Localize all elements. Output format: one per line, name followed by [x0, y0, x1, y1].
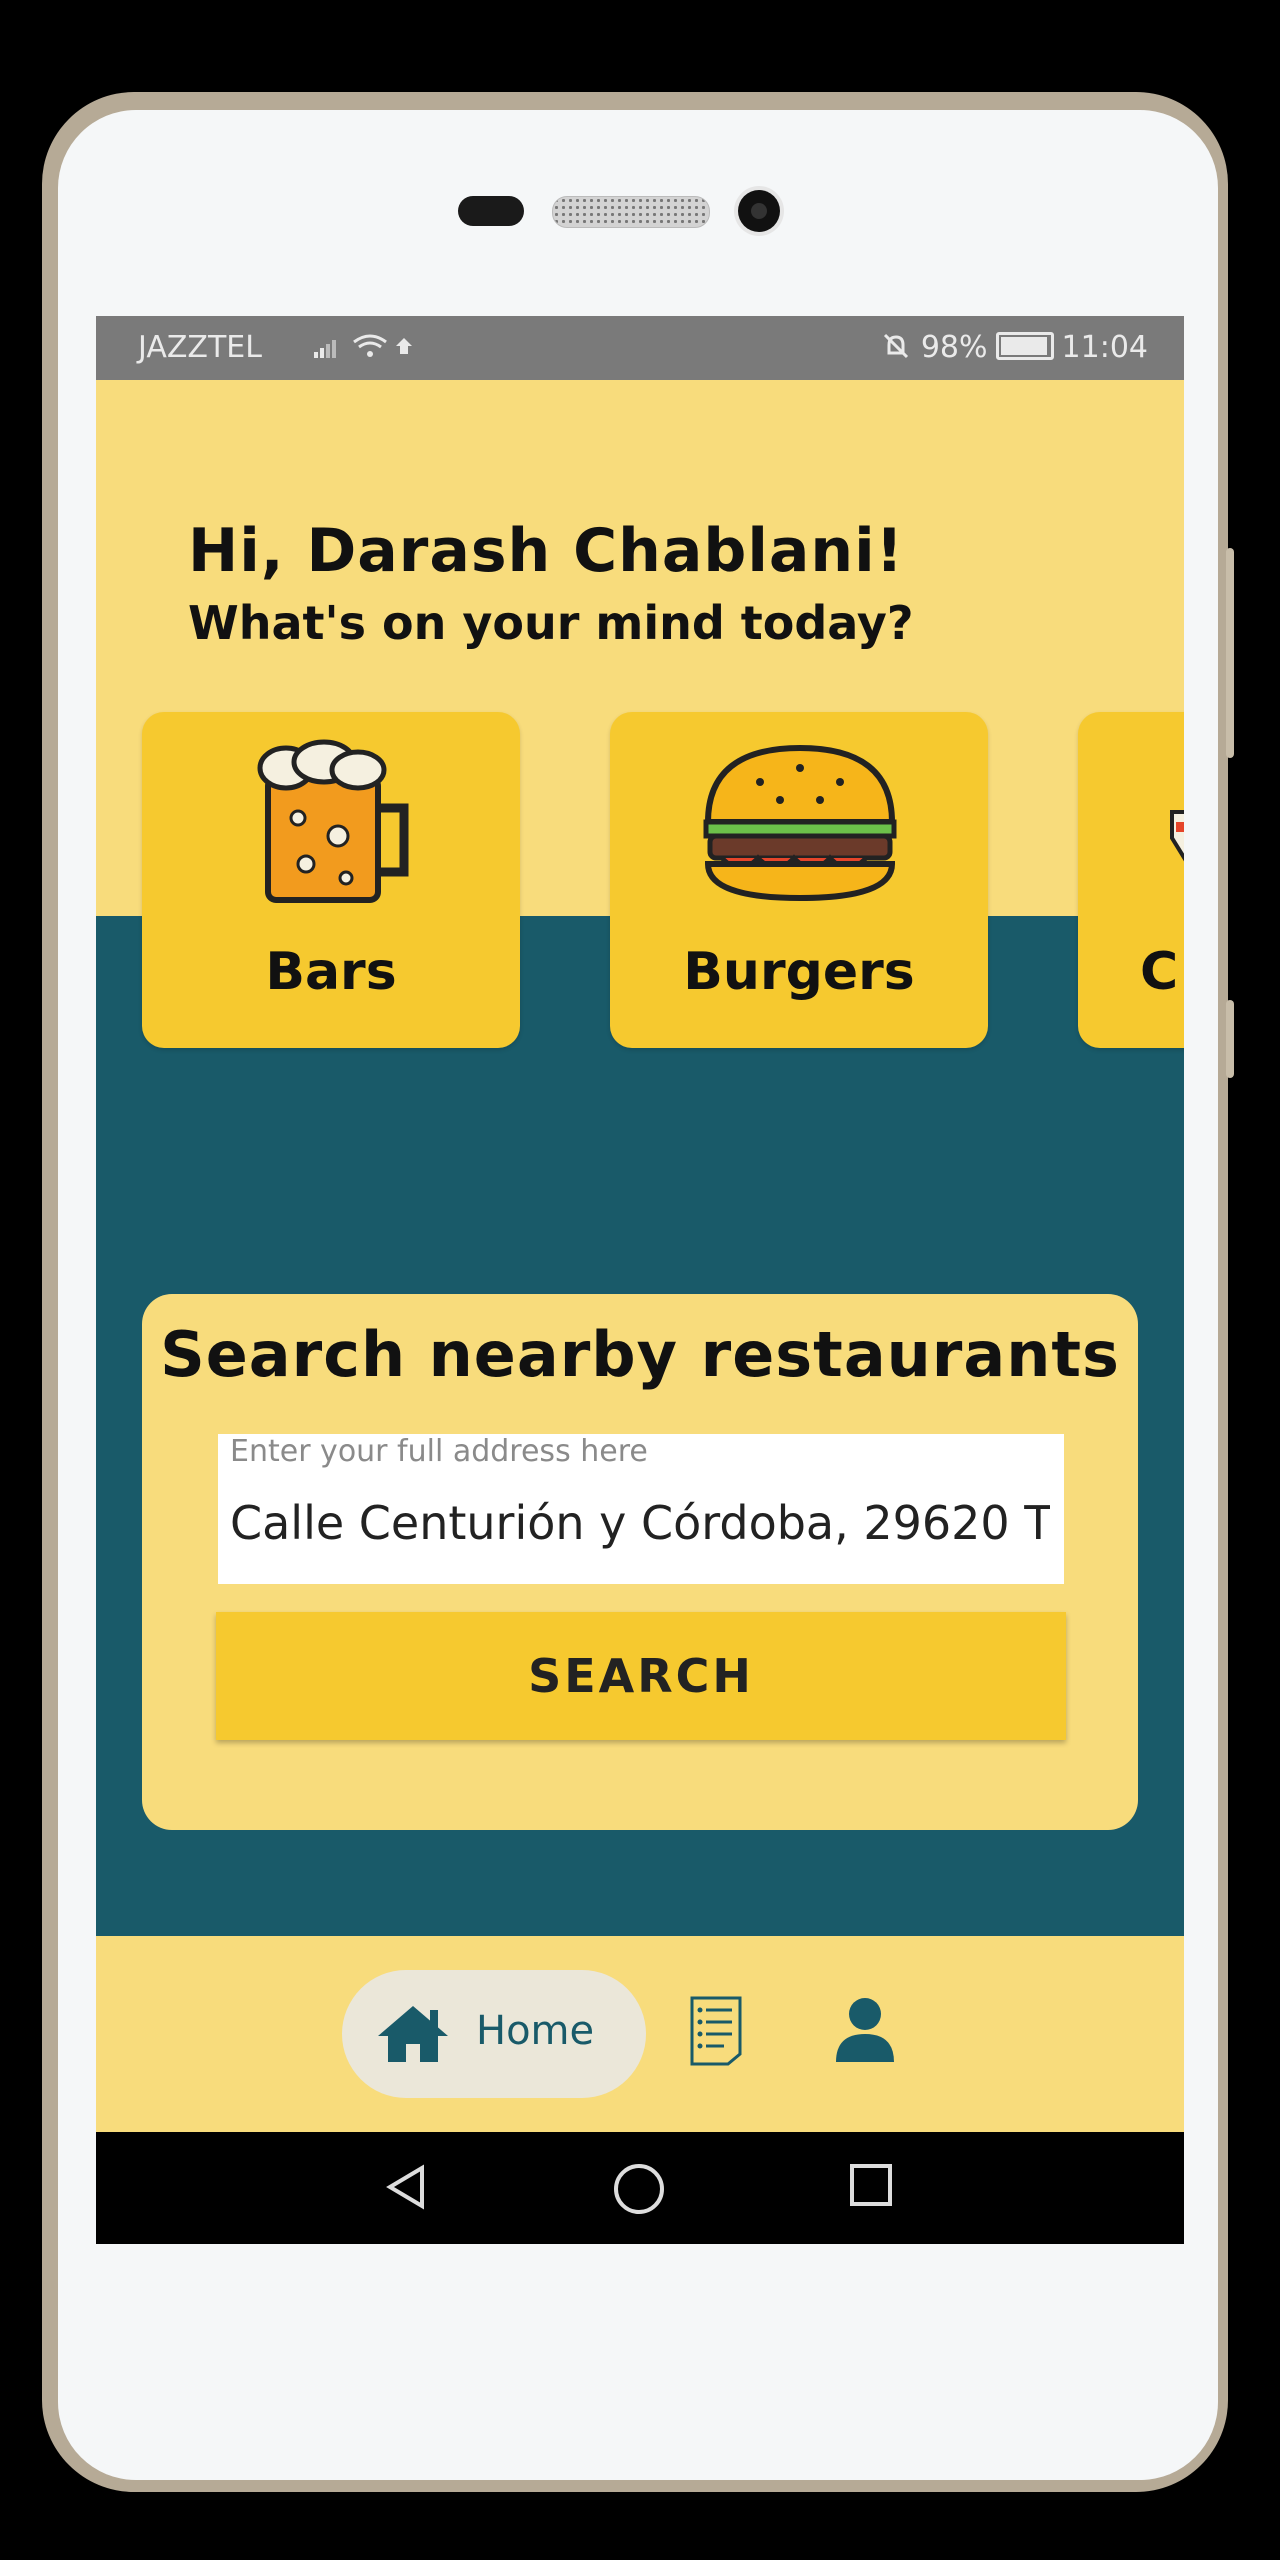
category-card-burgers[interactable]: Burgers — [610, 712, 988, 1048]
bottom-nav: Home — [96, 1936, 1184, 2132]
greeting-title: Hi, Darash Chablani! — [188, 516, 905, 586]
address-field[interactable]: Enter your full address here Calle Centu… — [218, 1434, 1064, 1584]
recents-icon[interactable] — [848, 2162, 894, 2208]
nav-home-label: Home — [476, 2008, 595, 2054]
category-card-partial[interactable]: C — [1078, 712, 1184, 1048]
beer-mug-icon — [257, 739, 409, 903]
bell-muted-icon — [884, 333, 909, 359]
search-panel: Search nearby restaurants Enter your ful… — [142, 1294, 1138, 1830]
battery-icon — [995, 332, 1054, 360]
volume-button — [1226, 548, 1234, 758]
address-placeholder: Enter your full address here — [230, 1434, 648, 1469]
search-button[interactable]: SEARCH — [216, 1612, 1066, 1740]
category-label: Burgers — [683, 942, 915, 1002]
nav-home[interactable]: Home — [342, 1970, 646, 2098]
category-label: Bars — [265, 942, 397, 1002]
app-screen: JAZZTEL 98% 11:04 Hi, Darash Chablani! W… — [96, 316, 1184, 2244]
status-right: 98% 11:04 — [881, 330, 1148, 365]
orders-icon[interactable] — [690, 1996, 742, 2066]
battery-percent: 98% — [920, 330, 988, 365]
clock: 11:04 — [1061, 330, 1148, 365]
search-title: Search nearby restaurants — [160, 1318, 1120, 1391]
carrier-label: JAZZTEL — [138, 330, 262, 365]
earpiece-speaker — [552, 196, 710, 228]
partial-icon — [1170, 810, 1184, 862]
system-nav-bar — [96, 2132, 1184, 2244]
proximity-sensor — [458, 196, 524, 226]
category-carousel[interactable]: Bars Burgers C — [142, 712, 1184, 1052]
signal-icons — [308, 328, 426, 372]
power-button — [1226, 1000, 1234, 1078]
signal-wifi-icon — [314, 334, 412, 358]
status-bar: JAZZTEL 98% 11:04 — [96, 316, 1184, 380]
category-label: C — [1140, 942, 1179, 1002]
greeting: Hi, Darash Chablani! What's on your mind… — [188, 516, 914, 650]
home-circle-icon[interactable] — [612, 2162, 666, 2216]
burger-icon — [703, 744, 897, 902]
profile-icon[interactable] — [834, 1996, 896, 2064]
back-icon[interactable] — [382, 2162, 432, 2212]
front-camera — [738, 190, 780, 232]
home-icon — [378, 2006, 448, 2062]
greeting-subtitle: What's on your mind today? — [188, 596, 914, 650]
category-card-bars[interactable]: Bars — [142, 712, 520, 1048]
address-input[interactable]: Calle Centurión y Córdoba, 29620 T — [230, 1496, 1050, 1550]
